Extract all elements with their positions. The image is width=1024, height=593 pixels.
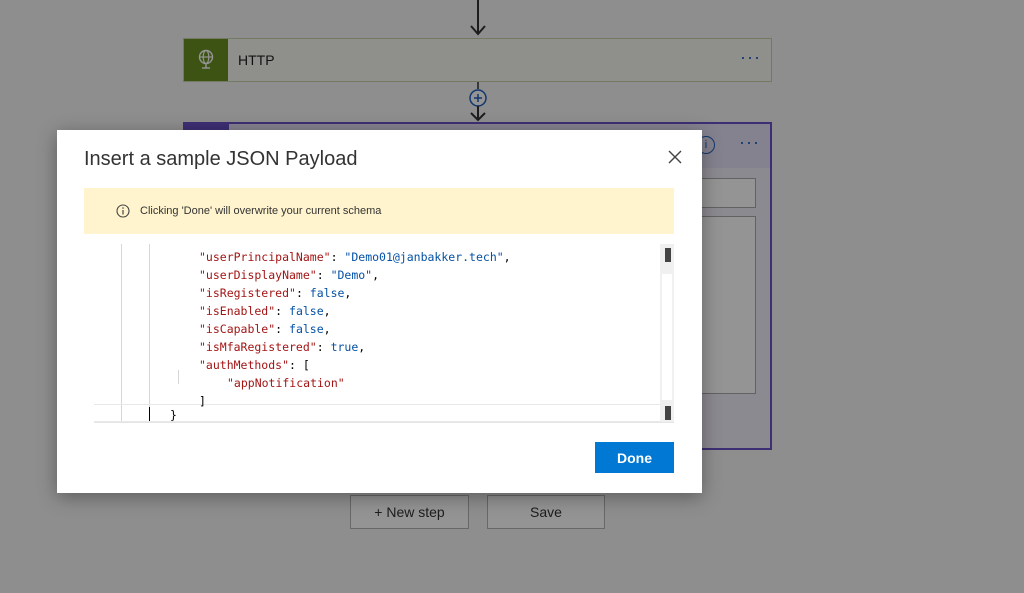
json-sep: : [275, 304, 290, 318]
dialog-title: Insert a sample JSON Payload [84, 148, 358, 170]
sample-payload-dialog: Insert a sample JSON Payload Clicking 'D… [57, 130, 702, 493]
json-end: , [323, 304, 331, 318]
json-end: , [344, 286, 352, 300]
indent-guide [121, 244, 122, 422]
json-value: ] [199, 394, 206, 408]
code-line: "isRegistered": false, [199, 284, 351, 302]
json-value: false [309, 286, 345, 300]
close-icon[interactable] [668, 150, 682, 164]
json-key: "isRegistered" [199, 286, 296, 300]
json-end: , [372, 268, 380, 282]
indent-guide [149, 244, 150, 422]
editor-scrollbar[interactable] [660, 244, 674, 422]
json-value: "appNotification" [227, 376, 345, 390]
json-sep: : [289, 358, 303, 372]
warning-text: Clicking 'Done' will overwrite your curr… [140, 205, 382, 217]
info-icon [116, 204, 130, 218]
code-line: "isCapable": false, [199, 320, 331, 338]
json-value: false [289, 322, 324, 336]
json-sep: : [330, 250, 345, 264]
json-end: , [358, 340, 366, 354]
json-value: "Demo" [330, 268, 373, 282]
json-value: } [170, 408, 177, 422]
code-line: "authMethods": [ [199, 356, 310, 374]
json-key: "isEnabled" [199, 304, 276, 318]
json-sep: : [275, 322, 290, 336]
json-end: , [503, 250, 511, 264]
json-key: "userDisplayName" [199, 268, 317, 282]
warning-banner: Clicking 'Done' will overwrite your curr… [84, 188, 674, 234]
code-line: "userPrincipalName": "Demo01@janbakker.t… [199, 248, 511, 266]
code-line: } [170, 406, 177, 422]
json-editor[interactable]: "userPrincipalName": "Demo01@janbakker.t… [94, 244, 674, 423]
code-line: "userDisplayName": "Demo", [199, 266, 379, 284]
json-sep: : [316, 268, 331, 282]
editor-scrollbar-thumb[interactable] [662, 274, 672, 400]
json-value: false [289, 304, 324, 318]
json-key: "isMfaRegistered" [199, 340, 317, 354]
code-line: "isMfaRegistered": true, [199, 338, 365, 356]
json-sep: : [316, 340, 331, 354]
json-value: "Demo01@janbakker.tech" [344, 250, 504, 264]
done-button[interactable]: Done [595, 442, 674, 473]
json-key: "isCapable" [199, 322, 276, 336]
code-line: ] [199, 392, 206, 410]
text-cursor [149, 407, 150, 421]
scroll-marker [665, 248, 671, 262]
json-end: , [323, 322, 331, 336]
indent-guide [178, 370, 179, 384]
json-value: true [330, 340, 359, 354]
json-key: "authMethods" [199, 358, 290, 372]
scroll-marker [665, 406, 671, 420]
json-key: "userPrincipalName" [199, 250, 331, 264]
current-line-highlight [94, 404, 660, 422]
json-sep: : [295, 286, 310, 300]
code-line: "isEnabled": false, [199, 302, 331, 320]
code-line: "appNotification" [227, 374, 345, 392]
json-value: [ [302, 358, 310, 372]
